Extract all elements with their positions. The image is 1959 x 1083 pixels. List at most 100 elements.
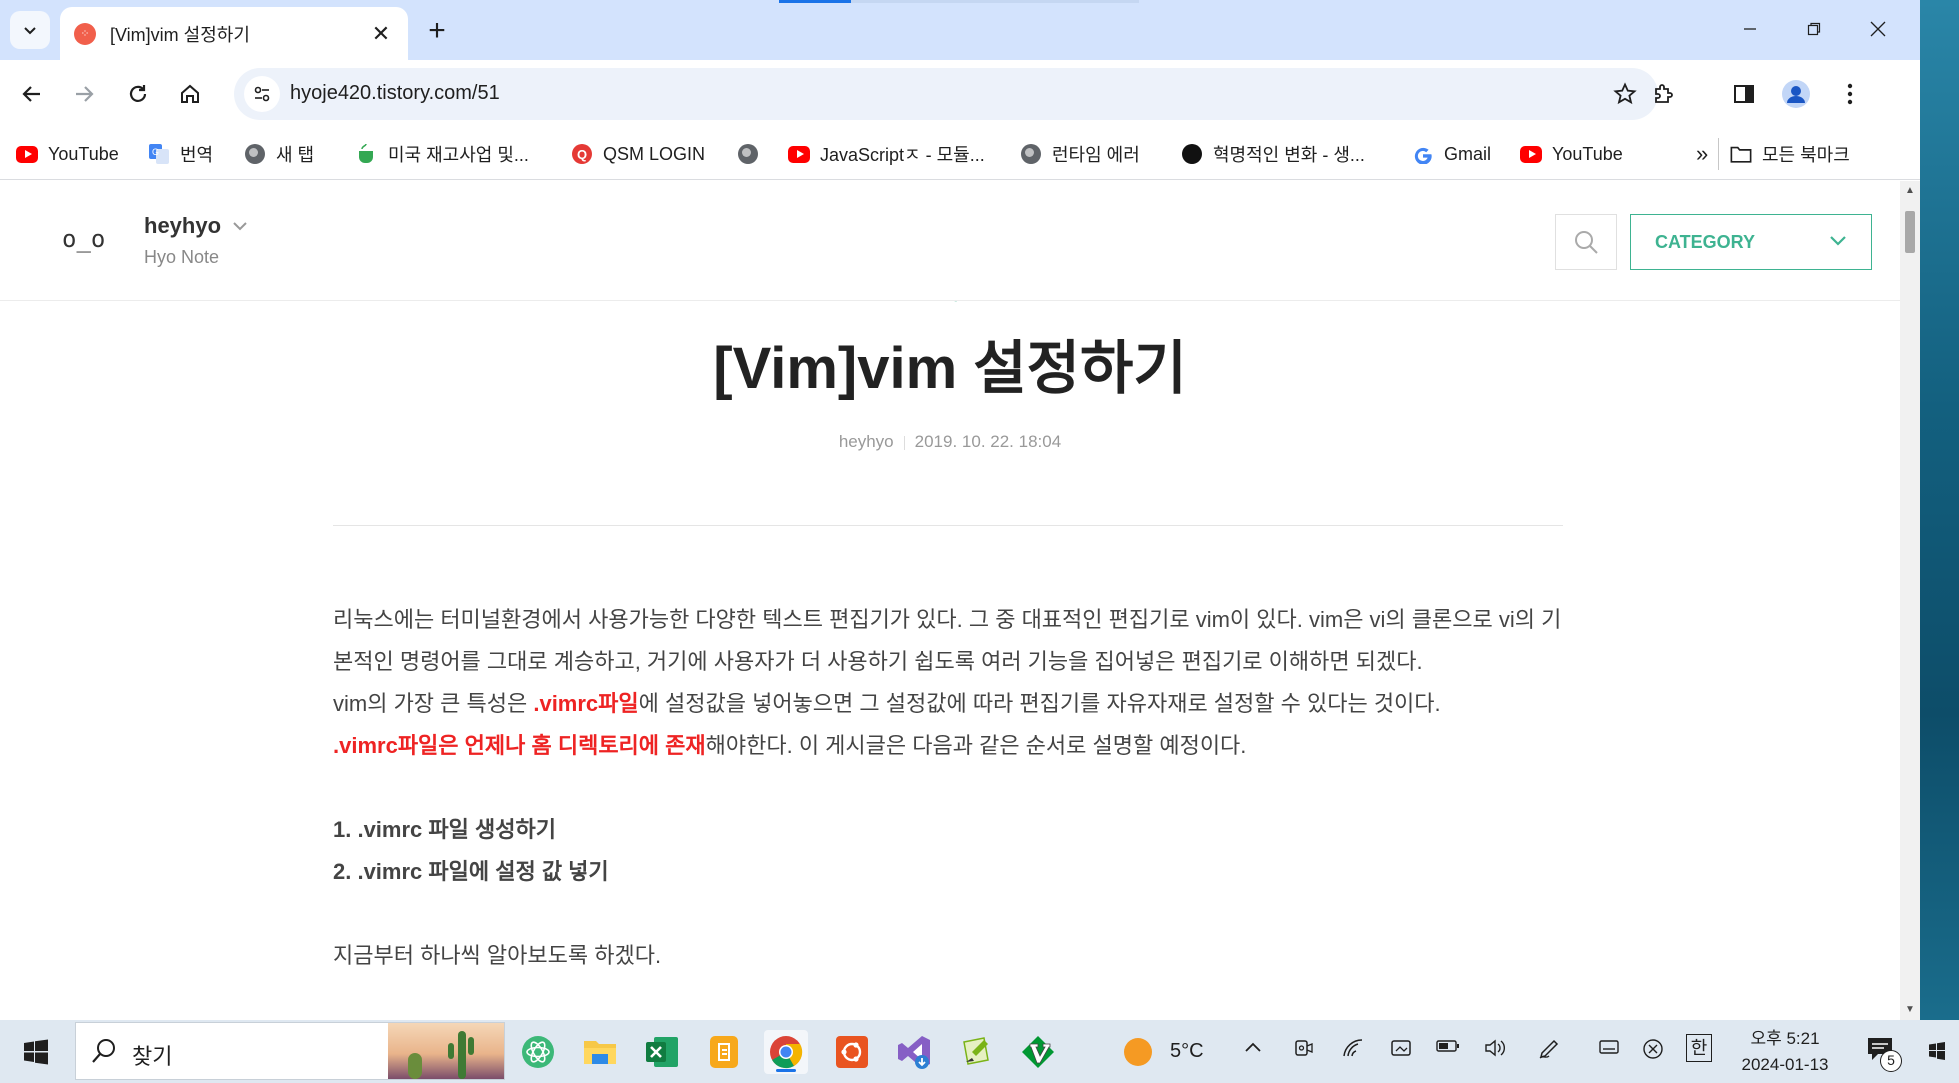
restore-button[interactable] <box>1782 0 1846 58</box>
side-panel-icon <box>1734 85 1754 103</box>
taskbar-app-excel[interactable] <box>640 1030 684 1074</box>
puzzle-icon <box>1655 84 1673 103</box>
globe-icon <box>1020 143 1042 165</box>
taskbar-app-gvim[interactable] <box>1016 1030 1060 1074</box>
minimize-icon <box>1744 28 1756 30</box>
battery-icon[interactable] <box>1436 1038 1460 1059</box>
ubuntu-icon <box>836 1036 868 1068</box>
taskbar-app-ubuntu[interactable] <box>830 1030 874 1074</box>
bookmark-runtime-error[interactable]: 런타임 에러 <box>1020 138 1140 170</box>
bookmark-gmail[interactable]: Gmail <box>1412 138 1491 170</box>
forward-button[interactable] <box>64 74 104 114</box>
desktop-background <box>1920 0 1959 1020</box>
taskbar-clock[interactable]: 오후 5:21 2024-01-13 <box>1720 1026 1850 1078</box>
bookmark-stock[interactable]: 미국 재고사업 및... <box>356 138 529 170</box>
taskbar-app-notepadpp[interactable] <box>954 1030 998 1074</box>
taskbar-app-notes[interactable] <box>702 1030 746 1074</box>
youtube-icon <box>788 143 810 165</box>
arrow-right-icon <box>76 86 94 102</box>
close-window-button[interactable] <box>1846 0 1910 58</box>
weather-widget-icon[interactable] <box>1116 1030 1160 1074</box>
ime-indicator[interactable]: 한 <box>1686 1034 1712 1062</box>
extensions-button[interactable] <box>1644 74 1684 114</box>
list-item: 2. .vimrc 파일에 설정 값 넣기 <box>333 859 609 884</box>
bookmark-translate[interactable]: G 번역 <box>148 138 213 170</box>
bookmark-globe[interactable] <box>737 138 769 170</box>
search-placeholder: 찾기 <box>132 1044 173 1069</box>
tab-close-icon[interactable]: ✕ <box>368 21 394 47</box>
bookmark-star-icon[interactable] <box>1610 79 1640 109</box>
clock-time: 오후 5:21 <box>1750 1029 1820 1048</box>
side-panel-button[interactable] <box>1724 74 1764 114</box>
bookmark-revolution[interactable]: 혁명적인 변화 - 생... <box>1181 138 1365 170</box>
bookmark-youtube-2[interactable]: YouTube <box>1520 138 1623 170</box>
svg-text:G: G <box>152 147 159 157</box>
blog-logo[interactable]: o_o <box>62 225 105 253</box>
black-circle-icon <box>1181 143 1203 165</box>
post-divider <box>333 525 1563 526</box>
address-bar[interactable]: hyoje420.tistory.com/51 <box>234 68 1658 120</box>
home-button[interactable] <box>170 74 210 114</box>
new-tab-button[interactable]: + <box>420 14 454 48</box>
back-button[interactable] <box>12 74 52 114</box>
chrome-menu-button[interactable] <box>1830 74 1870 114</box>
taskbar-search[interactable]: 찾기 <box>75 1022 505 1080</box>
chevron-down-icon <box>1829 233 1847 251</box>
bookmark-qsm[interactable]: Q QSM LOGIN <box>571 138 705 170</box>
cast-icon[interactable] <box>1390 1038 1412 1063</box>
more-bookmarks-chevron-icon: » <box>1696 141 1709 166</box>
tab-title: [Vim]vim 설정하기 <box>110 24 250 45</box>
more-vert-icon <box>1847 83 1853 105</box>
reload-button[interactable] <box>118 74 158 114</box>
scroll-down-icon[interactable]: ▼ <box>1904 1004 1916 1016</box>
blog-header: o_o heyhyo Hyo Note CATEGORY <box>0 181 1900 301</box>
search-highlight-image <box>388 1023 504 1079</box>
more-bookmarks-button[interactable]: » <box>1696 138 1708 170</box>
taskbar-app-chrome[interactable] <box>764 1030 808 1074</box>
home-icon <box>181 84 199 103</box>
scroll-thumb[interactable] <box>1905 211 1915 253</box>
category-dropdown[interactable]: CATEGORY <box>1630 214 1872 270</box>
text: 에 설정값을 넣어놓으면 그 설정값에 따라 편집기를 자유자재로 설정할 수 … <box>638 691 1441 716</box>
post-title: [Vim]vim 설정하기 <box>713 336 1187 401</box>
restore-icon <box>1807 22 1821 36</box>
translate-icon: G <box>148 143 170 165</box>
taskbar-app-visualstudio-installer[interactable] <box>892 1030 936 1074</box>
profile-button[interactable] <box>1776 74 1816 114</box>
all-bookmarks-folder[interactable]: 모든 북마크 <box>1730 138 1850 170</box>
active-tab[interactable]: ⁘ [Vim]vim 설정하기 ✕ <box>60 7 408 60</box>
start-button[interactable] <box>14 1030 58 1074</box>
close-icon <box>1870 21 1886 37</box>
bookmark-javascript[interactable]: JavaScriptㅈ - 모듈... <box>788 138 985 170</box>
chevron-down-icon[interactable] <box>232 219 248 237</box>
minimize-button[interactable] <box>1718 0 1782 58</box>
weather-temperature[interactable]: 5°C <box>1170 1040 1204 1063</box>
bookmark-label: YouTube <box>48 143 119 164</box>
active-app-indicator <box>776 1069 796 1072</box>
loading-indicator <box>779 0 851 3</box>
keyboard-icon[interactable] <box>1598 1038 1620 1061</box>
taskbar-app-atom[interactable] <box>516 1030 560 1074</box>
tab-search-button[interactable] <box>10 11 50 49</box>
chevron-up-icon[interactable] <box>1244 1038 1262 1058</box>
camera-icon[interactable] <box>1294 1038 1314 1063</box>
wifi-icon[interactable] <box>1342 1038 1364 1063</box>
post-author[interactable]: heyhyo <box>839 432 894 451</box>
blog-name[interactable]: heyhyo <box>144 213 221 239</box>
site-settings-icon[interactable] <box>244 76 280 112</box>
search-button[interactable] <box>1555 214 1617 270</box>
scroll-up-icon[interactable]: ▲ <box>1904 185 1916 197</box>
bookmark-youtube-1[interactable]: YouTube <box>16 138 119 170</box>
taskbar-app-explorer[interactable] <box>578 1030 622 1074</box>
atom-icon <box>522 1036 554 1068</box>
list-item: 1. .vimrc 파일 생성하기 <box>333 817 556 842</box>
show-desktop-icon[interactable] <box>1928 1042 1946 1065</box>
volume-icon[interactable] <box>1484 1038 1508 1063</box>
url-text[interactable]: hyoje420.tistory.com/51 <box>290 82 500 105</box>
bookmark-label: 번역 <box>180 145 214 165</box>
bookmark-newtab[interactable]: 새 탭 <box>244 138 314 170</box>
page-scrollbar[interactable]: ▲ ▼ <box>1900 181 1920 1020</box>
pen-icon[interactable] <box>1538 1038 1560 1065</box>
blocked-icon[interactable] <box>1642 1038 1664 1065</box>
notification-center-button[interactable]: 5 <box>1862 1032 1902 1072</box>
